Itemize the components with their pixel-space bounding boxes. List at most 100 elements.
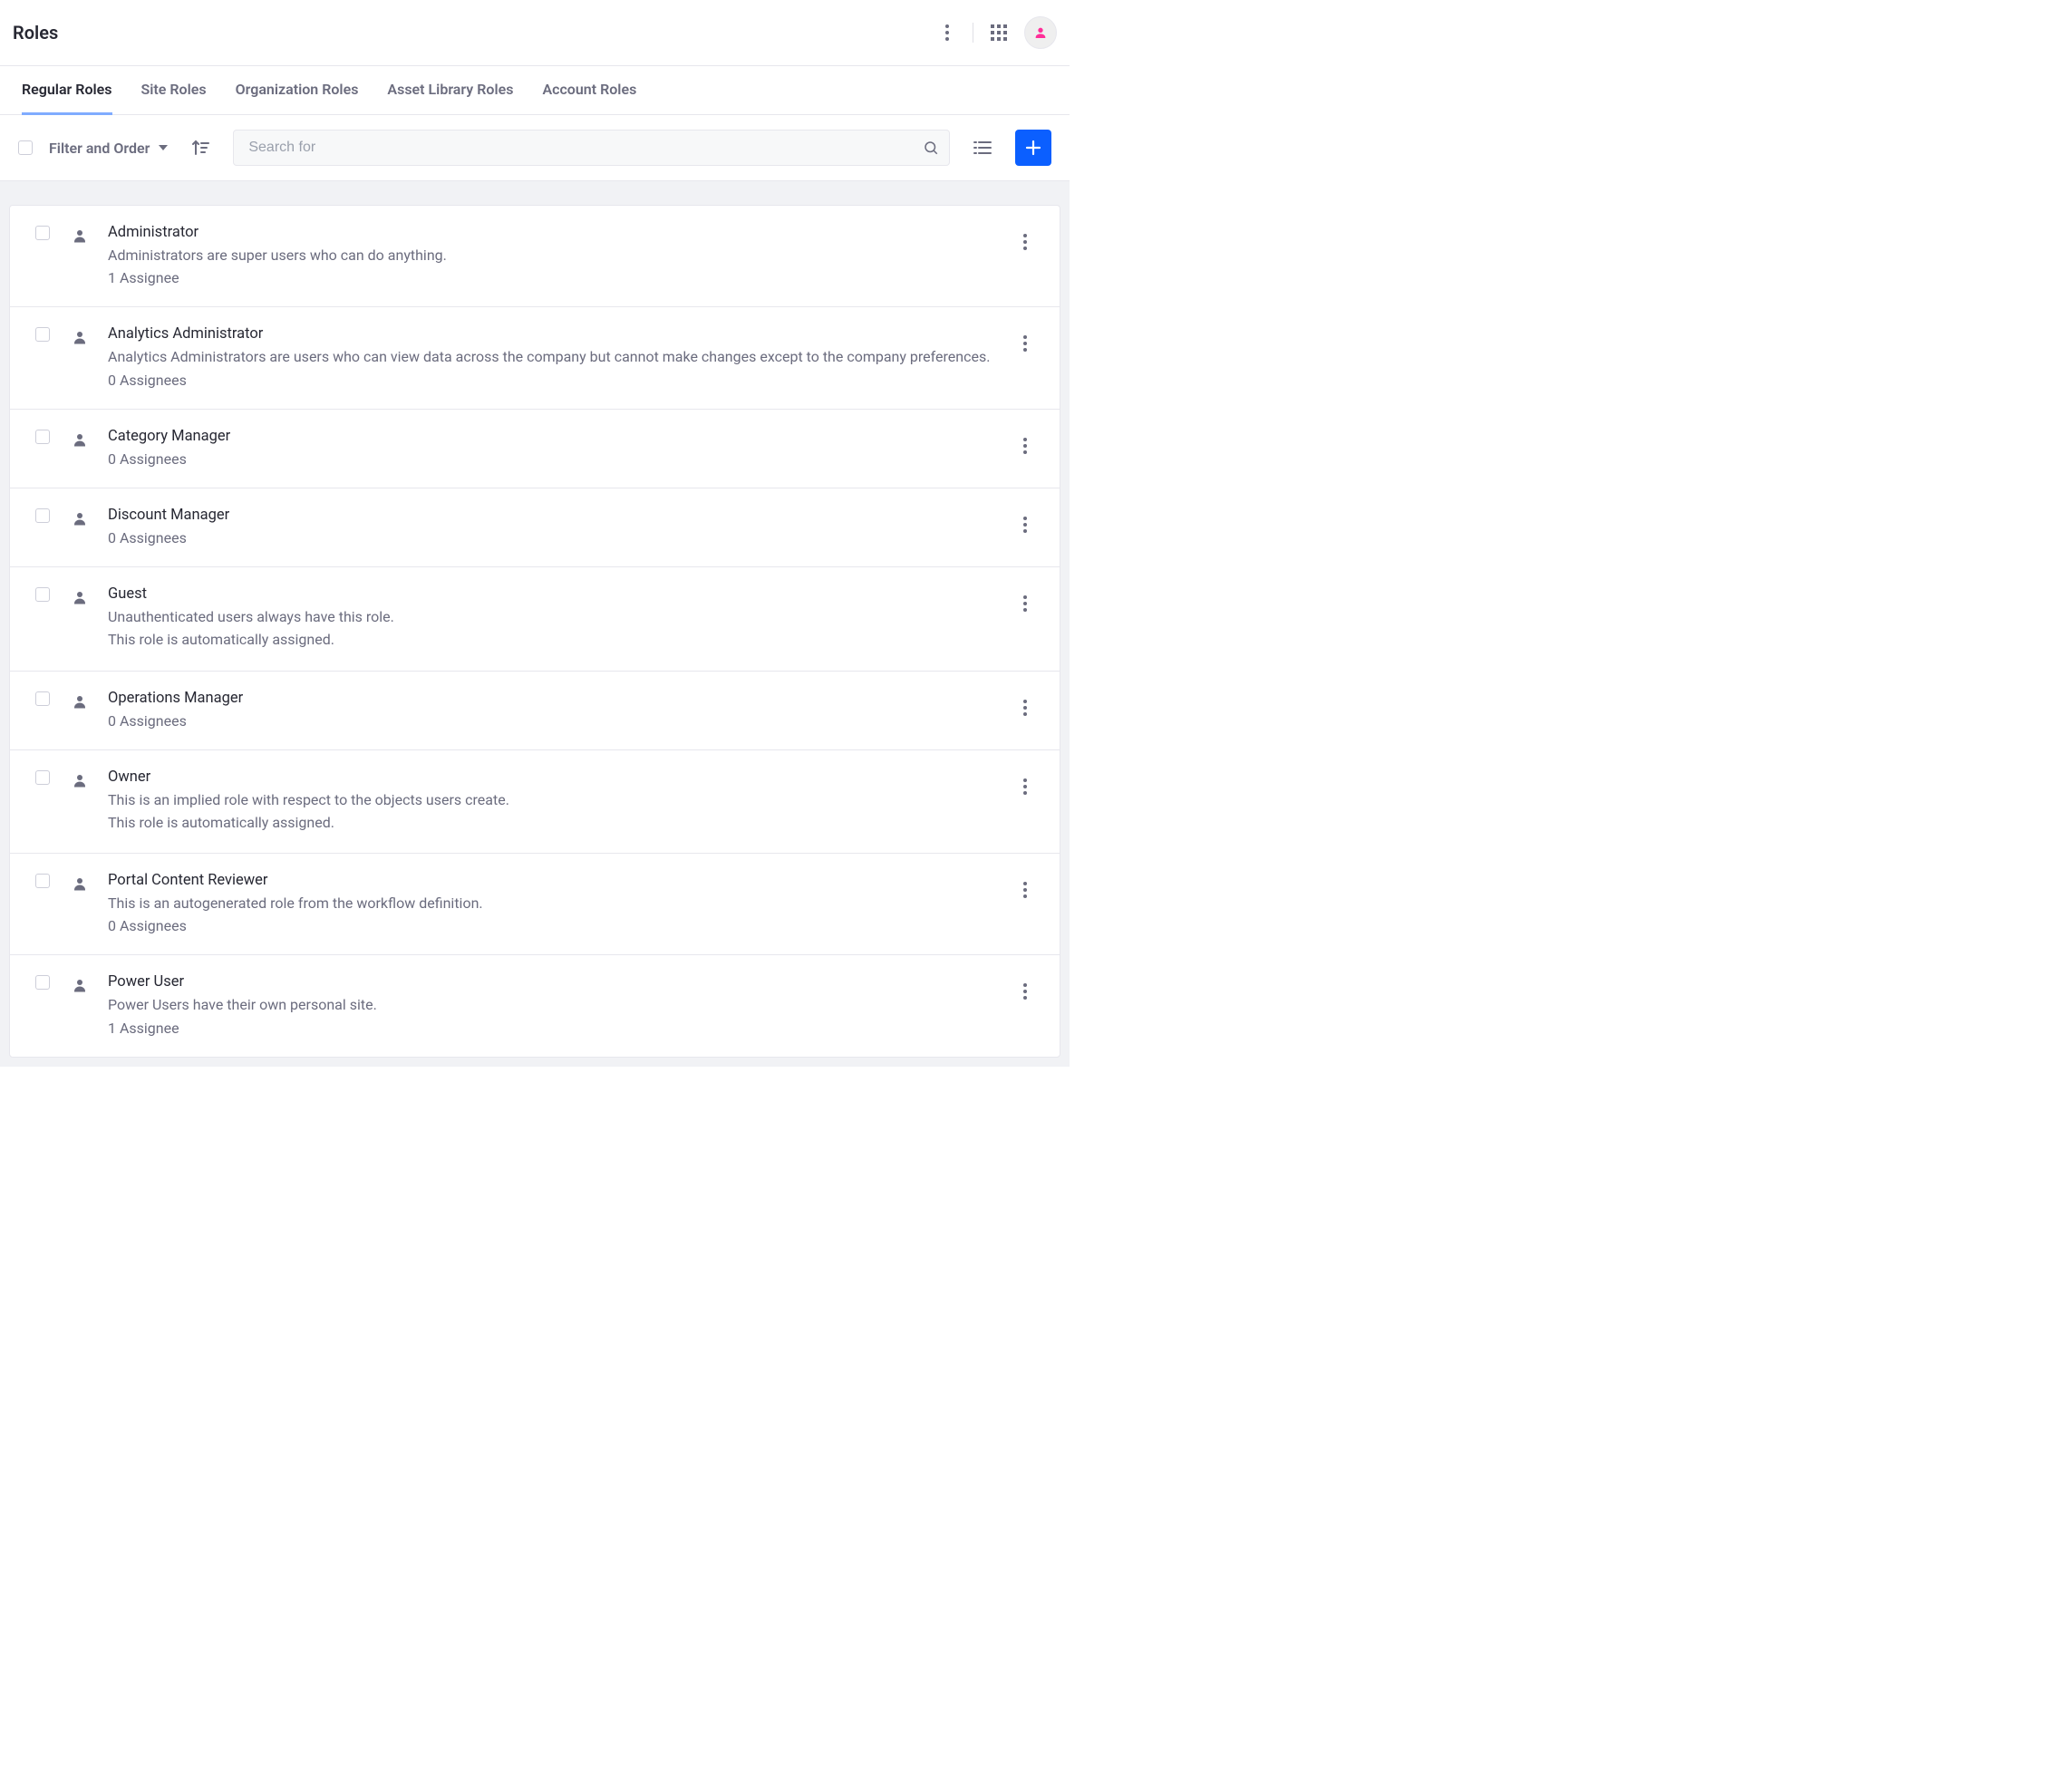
row-checkbox[interactable]: [35, 874, 50, 888]
row-checkbox[interactable]: [35, 975, 50, 990]
role-assignees: 0 Assignees: [108, 915, 1007, 936]
role-extra: This role is automatically assigned.: [108, 812, 1007, 833]
row-checkbox-wrap: [35, 690, 72, 710]
row-checkbox[interactable]: [35, 691, 50, 706]
role-row[interactable]: Discount Manager 0 Assignees: [10, 488, 1060, 566]
tab-account-roles[interactable]: Account Roles: [542, 66, 636, 115]
row-checkbox-wrap: [35, 768, 72, 788]
role-body: Owner This is an implied role with respec…: [108, 768, 1007, 835]
role-name: Category Manager: [108, 428, 1007, 445]
row-checkbox-wrap: [35, 325, 72, 345]
apps-grid-button[interactable]: [983, 16, 1015, 49]
role-assignees: 1 Assignee: [108, 267, 1007, 288]
role-name: Owner: [108, 768, 1007, 786]
row-more-button[interactable]: [1009, 226, 1041, 258]
role-tabs: Regular Roles Site Roles Organization Role…: [0, 66, 1070, 115]
role-name: Administrator: [108, 224, 1007, 241]
role-description: Administrators are super users who can d…: [108, 245, 1007, 266]
row-more-button[interactable]: [1009, 975, 1041, 1008]
row-more-wrap: [1007, 690, 1043, 724]
role-row[interactable]: GuestUnauthenticated users always have t…: [10, 566, 1060, 670]
user-icon: [72, 428, 108, 448]
row-checkbox[interactable]: [35, 327, 50, 342]
roles-list: Administrator Administrators are super us…: [9, 205, 1060, 1058]
role-body: Administrator Administrators are super us…: [108, 224, 1007, 288]
row-more-button[interactable]: [1009, 327, 1041, 360]
role-row[interactable]: Analytics Administrator Analytics Adminis…: [10, 306, 1060, 408]
toolbar: Filter and Order: [0, 115, 1070, 181]
row-checkbox[interactable]: [35, 226, 50, 240]
role-row[interactable]: Power UserPower Users have their own per…: [10, 954, 1060, 1056]
role-assignees: 0 Assignees: [108, 370, 1007, 391]
tab-asset-library-roles[interactable]: Asset Library Roles: [387, 66, 513, 115]
row-more-button[interactable]: [1009, 508, 1041, 541]
row-more-wrap: [1007, 428, 1043, 462]
role-assignees: 1 Assignee: [108, 1018, 1007, 1039]
header-more-button[interactable]: [931, 16, 963, 49]
role-description: This is an autogenerated role from the w…: [108, 893, 1007, 914]
row-checkbox-wrap: [35, 585, 72, 605]
row-checkbox[interactable]: [35, 430, 50, 444]
user-avatar-button[interactable]: [1024, 16, 1057, 49]
role-name: Analytics Administrator: [108, 325, 1007, 343]
sort-button[interactable]: [184, 131, 217, 164]
row-checkbox[interactable]: [35, 587, 50, 602]
row-more-wrap: [1007, 224, 1043, 258]
role-body: Portal Content Reviewer This is an autoge…: [108, 872, 1007, 936]
role-description: Analytics Administrators are users who c…: [108, 346, 1007, 367]
role-description: This is an implied role with respect to …: [108, 789, 1007, 810]
row-more-wrap: [1007, 585, 1043, 620]
role-row[interactable]: Administrator Administrators are super us…: [10, 206, 1060, 306]
filter-order-dropdown[interactable]: Filter and Order: [49, 140, 168, 157]
row-checkbox-wrap: [35, 428, 72, 448]
search-input[interactable]: [233, 130, 950, 166]
row-more-button[interactable]: [1009, 770, 1041, 803]
tab-site-roles[interactable]: Site Roles: [141, 66, 207, 115]
row-checkbox-wrap: [35, 224, 72, 244]
role-body: GuestUnauthenticated users always have t…: [108, 585, 1007, 652]
user-icon: [72, 224, 108, 244]
header-actions: [931, 16, 1057, 49]
view-list-button[interactable]: [966, 131, 999, 164]
role-name: Portal Content Reviewer: [108, 872, 1007, 889]
user-icon: [72, 507, 108, 527]
role-assignees: 0 Assignees: [108, 527, 1007, 548]
role-name: Operations Manager: [108, 690, 1007, 707]
row-checkbox[interactable]: [35, 508, 50, 523]
vertical-dots-icon: [945, 24, 949, 41]
row-more-wrap: [1007, 325, 1043, 360]
role-row[interactable]: Operations Manager0 Assignees: [10, 671, 1060, 749]
row-more-button[interactable]: [1009, 430, 1041, 462]
row-checkbox-wrap: [35, 973, 72, 993]
user-icon: [72, 325, 108, 345]
role-row[interactable]: Category Manager0 Assignees: [10, 409, 1060, 488]
role-row[interactable]: Owner This is an implied role with respec…: [10, 749, 1060, 853]
role-extra: This role is automatically assigned.: [108, 629, 1007, 650]
role-body: Power UserPower Users have their own per…: [108, 973, 1007, 1038]
role-name: Discount Manager: [108, 507, 1007, 524]
content-area: Administrator Administrators are super us…: [0, 181, 1070, 1067]
search-wrapper: [233, 130, 950, 166]
select-all-checkbox[interactable]: [18, 140, 33, 155]
row-more-button[interactable]: [1009, 691, 1041, 724]
role-body: Analytics Administrator Analytics Adminis…: [108, 325, 1007, 390]
row-more-wrap: [1007, 768, 1043, 803]
role-body: Discount Manager 0 Assignees: [108, 507, 1007, 548]
tab-regular-roles[interactable]: Regular Roles: [22, 66, 112, 115]
tab-organization-roles[interactable]: Organization Roles: [236, 66, 359, 115]
row-more-button[interactable]: [1009, 874, 1041, 906]
filter-order-label: Filter and Order: [49, 140, 150, 157]
user-icon: [72, 690, 108, 710]
role-body: Category Manager0 Assignees: [108, 428, 1007, 469]
grid-icon: [991, 24, 1007, 41]
row-checkbox-wrap: [35, 872, 72, 892]
role-row[interactable]: Portal Content Reviewer This is an autoge…: [10, 853, 1060, 954]
row-checkbox[interactable]: [35, 770, 50, 785]
add-role-button[interactable]: [1015, 130, 1051, 166]
role-name: Power User: [108, 973, 1007, 991]
list-icon: [973, 140, 992, 155]
row-more-wrap: [1007, 507, 1043, 541]
row-more-button[interactable]: [1009, 587, 1041, 620]
user-icon: [72, 973, 108, 993]
user-icon: [72, 768, 108, 788]
